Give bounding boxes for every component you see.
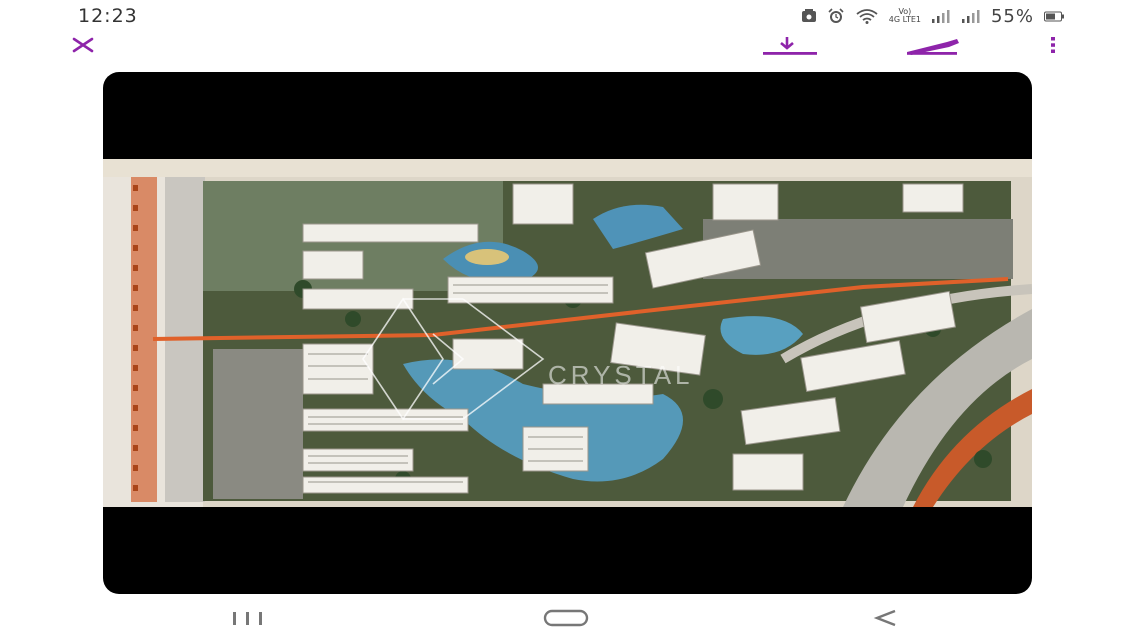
more-vertical-icon	[1049, 36, 1057, 59]
image-viewer[interactable]: CRYSTAL	[103, 72, 1032, 594]
home-button[interactable]	[536, 600, 596, 640]
close-icon	[71, 37, 95, 58]
signal-icon	[931, 9, 951, 23]
image-watermark: CRYSTAL	[548, 360, 694, 390]
signal-icon-2	[961, 9, 981, 23]
wifi-icon	[855, 8, 879, 24]
recent-apps-button[interactable]	[218, 600, 278, 640]
volte-icon: Vo) 4G LTE1	[889, 8, 921, 24]
back-button[interactable]	[856, 600, 916, 640]
recent-apps-icon	[225, 609, 271, 632]
edit-button[interactable]	[907, 30, 959, 64]
status-bar: 12:23 Vo) 4G LTE1 55%	[0, 0, 1136, 30]
close-button[interactable]	[60, 30, 106, 64]
masterplan-photo[interactable]	[103, 159, 1032, 507]
battery-percent: 55%	[990, 5, 1034, 27]
lte-label: 4G LTE1	[888, 15, 921, 24]
battery-icon	[1044, 10, 1064, 22]
image-notification-icon	[801, 8, 817, 24]
edit-icon	[905, 34, 965, 61]
back-icon	[871, 608, 901, 633]
alarm-icon	[827, 8, 845, 24]
status-time: 12:23	[78, 5, 138, 27]
download-button[interactable]	[759, 30, 817, 64]
more-options-button[interactable]	[1030, 30, 1076, 64]
home-icon	[541, 608, 591, 633]
system-navigation-bar	[0, 600, 1136, 640]
status-icons: Vo) 4G LTE1 55%	[801, 5, 1064, 27]
download-icon	[759, 34, 823, 61]
image-viewer-toolbar	[0, 30, 1136, 64]
